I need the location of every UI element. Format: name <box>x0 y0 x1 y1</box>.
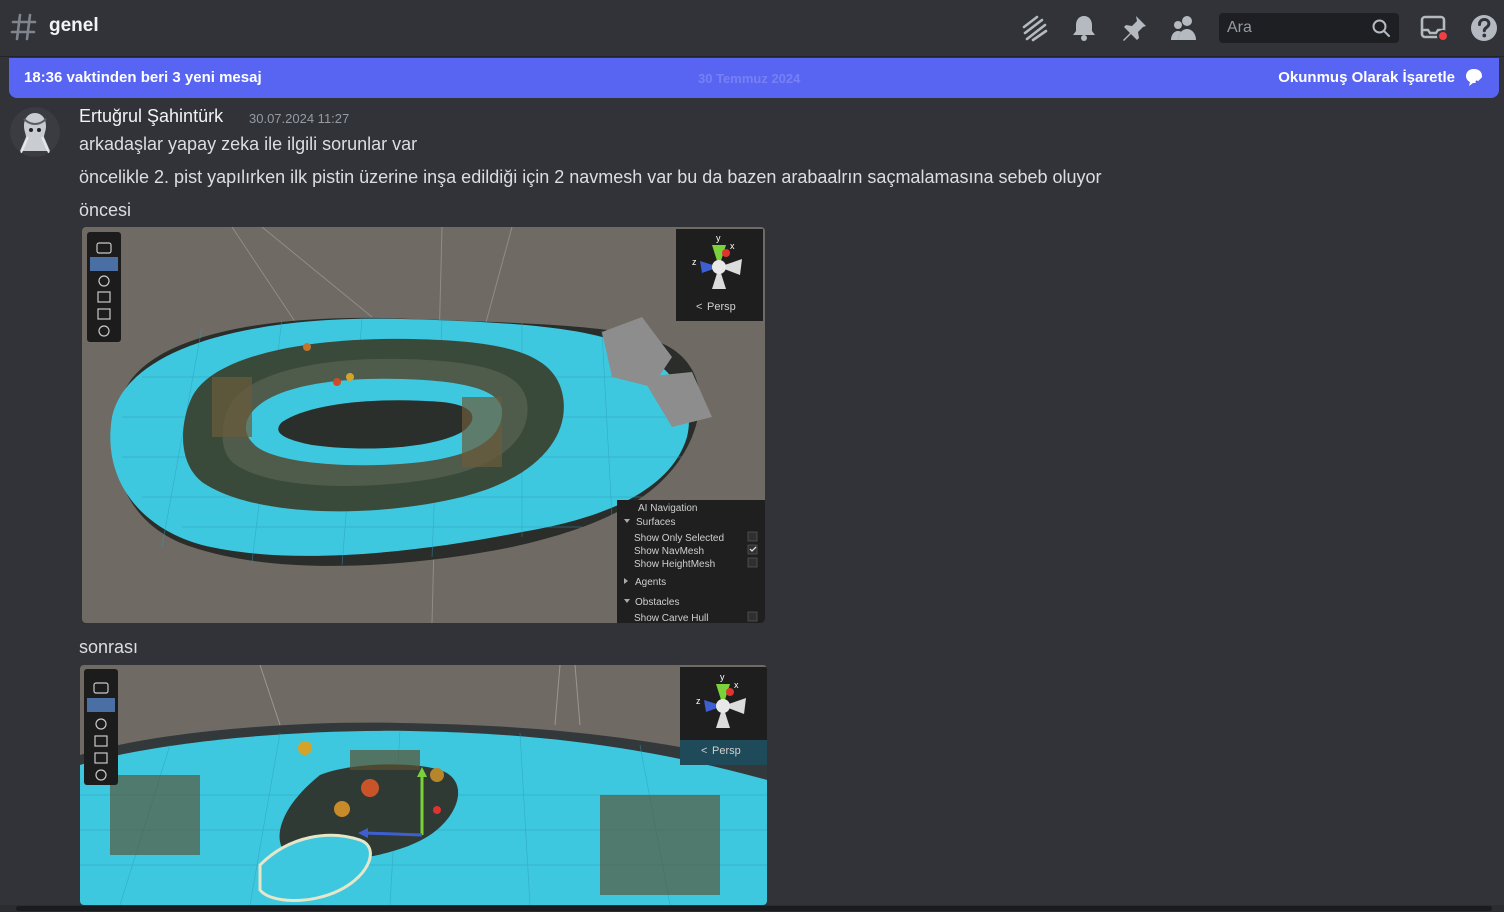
date-divider: 30 Temmuz 2024 <box>698 71 801 86</box>
svg-text:<: < <box>696 301 702 313</box>
message-timestamp: 30.07.2024 11:27 <box>249 111 350 126</box>
agents-label: Agents <box>635 577 666 588</box>
help-icon[interactable] <box>1469 13 1499 43</box>
axis-x-label: x <box>730 241 735 251</box>
axis-x-label: x <box>734 680 739 690</box>
axis-y-label: y <box>720 672 725 682</box>
obstacles-label: Obstacles <box>635 597 679 608</box>
message-line: öncesi <box>79 200 132 220</box>
surfaces-label: Surfaces <box>636 517 675 528</box>
svg-text:<: < <box>701 745 707 757</box>
unity-scene-screenshot: y x z < Persp AI Navigation Surfaces Sho… <box>82 227 765 623</box>
pin-icon[interactable] <box>1119 13 1149 43</box>
show-heightmesh-label: Show HeightMesh <box>634 559 715 570</box>
unity-scene-screenshot: y x z < Persp <box>80 665 767 905</box>
search-icon[interactable] <box>1371 18 1391 38</box>
ai-nav-title: AI Navigation <box>638 503 697 514</box>
image-attachment-after[interactable]: y x z < Persp <box>80 665 767 905</box>
persp-label: Persp <box>712 745 741 757</box>
threads-icon[interactable] <box>1019 13 1049 43</box>
image-attachment-before[interactable]: y x z < Persp AI Navigation Surfaces Sho… <box>82 227 765 623</box>
channel-header: genel <box>0 0 1504 56</box>
mark-read-icon[interactable] <box>1463 67 1485 89</box>
mark-as-read-button[interactable]: Okunmuş Olarak İşaretle <box>1278 69 1455 86</box>
message-line: arkadaşlar yapay zeka ile ilgili sorunla… <box>79 134 418 154</box>
show-navmesh-label: Show NavMesh <box>634 546 704 557</box>
scrollbar-thumb[interactable] <box>16 906 1492 911</box>
axis-y-label: y <box>716 233 721 243</box>
inbox-icon[interactable] <box>1419 13 1449 43</box>
message-line: öncelikle 2. pist yapılırken ilk pistin … <box>79 167 1102 187</box>
show-carve-hull-label: Show Carve Hull <box>634 613 708 623</box>
axis-z-label: z <box>696 696 701 706</box>
new-messages-bar[interactable]: 18:36 vaktinden beri 3 yeni mesaj 30 Tem… <box>9 58 1499 98</box>
message-author[interactable]: Ertuğrul Şahintürk <box>79 106 223 127</box>
search-input[interactable] <box>1219 13 1377 43</box>
hash-icon <box>10 13 37 41</box>
channel-name: genel <box>49 15 99 36</box>
horizontal-scrollbar[interactable] <box>0 905 1504 912</box>
persp-label: Persp <box>707 301 736 313</box>
show-only-selected-label: Show Only Selected <box>634 533 724 544</box>
new-messages-text[interactable]: 18:36 vaktinden beri 3 yeni mesaj <box>24 69 262 86</box>
message-line: sonrası <box>79 637 139 657</box>
scene-tools-panel <box>84 669 118 785</box>
avatar[interactable] <box>10 107 60 157</box>
search-box[interactable] <box>1219 13 1399 43</box>
members-icon[interactable] <box>1169 13 1199 43</box>
bell-icon[interactable] <box>1069 13 1099 43</box>
axis-z-label: z <box>692 257 697 267</box>
